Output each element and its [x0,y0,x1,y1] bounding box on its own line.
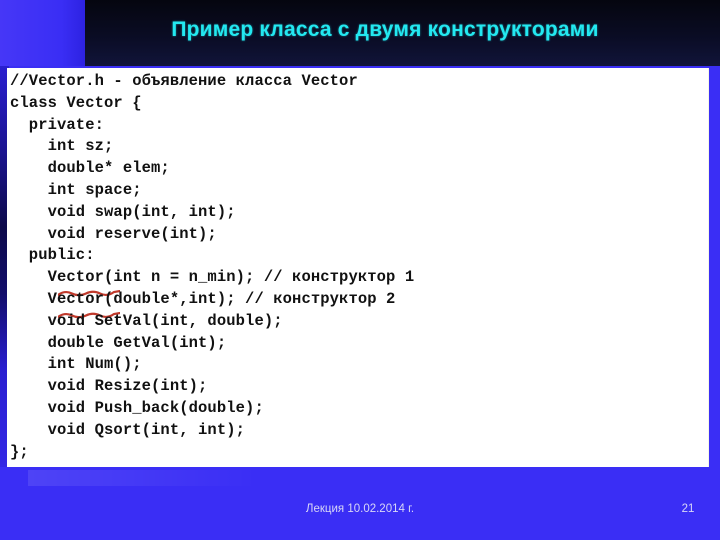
header-corner-accent [0,0,85,66]
code-line: void Push_back(double); [10,398,264,417]
code-line: int sz; [10,137,114,156]
code-line: double* elem; [10,159,170,178]
code-line: private: [10,115,105,134]
footer-sheen [28,470,258,486]
code-line: int space; [10,180,142,199]
code-line: public: [10,246,95,265]
code-line: int Num(); [10,355,142,374]
code-line: class Vector { [10,93,142,112]
code-line: void reserve(int); [10,224,217,243]
code-line: void Resize(int); [10,377,208,396]
code-line: Vector(double*,int); // конструктор 2 [10,289,708,319]
page-number: 21 [681,503,695,515]
page-title: Пример класса с двумя конструкторами [171,18,599,41]
footer-date-label: Лекция 10.02.2014 г. [305,503,415,515]
code-line: Vector(int n = n_min); // конструктор 1 [10,267,708,297]
code-listing: //Vector.h - объявление класса Vector cla… [10,71,708,467]
header-corner-gradient [0,0,85,66]
code-panel: //Vector.h - объявление класса Vector cla… [7,68,709,467]
code-line: double GetVal(int); [10,333,227,352]
code-line: //Vector.h - объявление класса Vector [10,72,358,90]
code-line: }; [10,442,29,461]
code-line: void swap(int, int); [10,202,236,221]
code-line: void SetVal(int, double); [10,311,283,330]
slide: Пример класса с двумя конструкторами //V… [0,0,720,540]
code-line: void Qsort(int, int); [10,420,246,439]
header-band: Пример класса с двумя конструкторами [0,0,720,66]
